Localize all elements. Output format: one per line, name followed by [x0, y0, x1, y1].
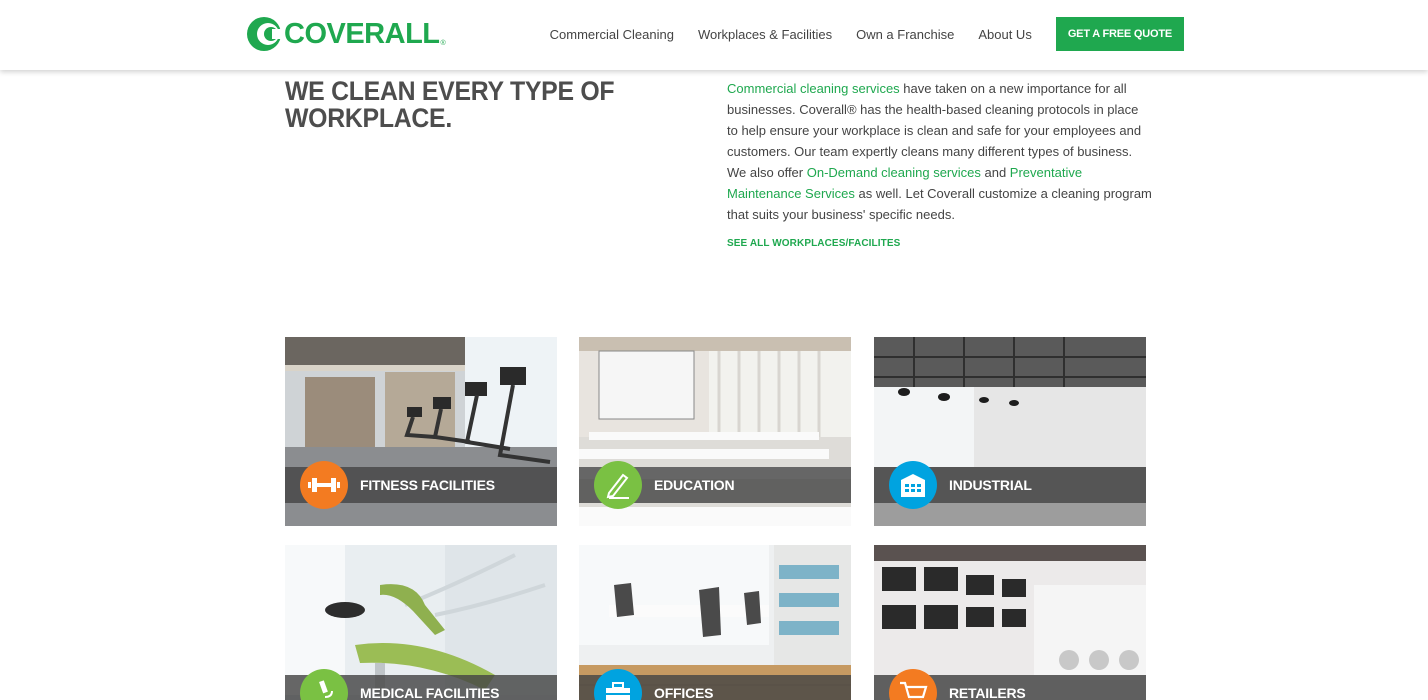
tile-fitness-facilities[interactable]: FITNESS FACILITIES: [285, 337, 557, 526]
page-headline: WE CLEAN EVERY TYPE OF WORKPLACE.: [285, 78, 616, 132]
headline-line-1: WE CLEAN EVERY TYPE OF: [285, 76, 615, 106]
tile-offices[interactable]: OFFICES: [579, 545, 851, 700]
nav-own-a-franchise[interactable]: Own a Franchise: [856, 27, 954, 42]
commercial-cleaning-link[interactable]: Commercial cleaning services: [727, 81, 900, 96]
coverall-logo-icon: [247, 17, 282, 51]
intro-text-2: and: [980, 165, 1010, 180]
tile-label: OFFICES: [654, 685, 714, 700]
tile-industrial[interactable]: INDUSTRIAL: [874, 337, 1146, 526]
shopping-cart-icon: [900, 681, 928, 700]
see-all-workplaces-link[interactable]: SEE ALL WORKPLACES/FACILITES: [727, 238, 900, 249]
microscope-icon: [319, 680, 333, 698]
warehouse-icon-circle: [889, 461, 937, 509]
tile-label: MEDICAL FACILITIES: [360, 685, 500, 700]
main-nav: Commercial Cleaning Workplaces & Facilit…: [550, 0, 1184, 68]
nav-commercial-cleaning[interactable]: Commercial Cleaning: [550, 27, 674, 42]
nav-workplaces-facilities[interactable]: Workplaces & Facilities: [698, 27, 832, 42]
warehouse-icon: [901, 474, 925, 497]
site-header: COVERALL ® Commercial Cleaning Workplace…: [0, 0, 1428, 70]
tile-label: EDUCATION: [654, 477, 735, 493]
intro-paragraph: Commercial cleaning services have taken …: [727, 78, 1152, 225]
pencil-paper-icon-circle: [594, 461, 642, 509]
logo-text: COVERALL: [284, 17, 440, 50]
dumbbell-icon: [308, 478, 340, 492]
logo-registered-mark: ®: [440, 40, 446, 47]
tile-label: INDUSTRIAL: [949, 477, 1032, 493]
headline-line-2: WORKPLACE.: [285, 103, 452, 133]
pencil-paper-icon: [606, 473, 629, 499]
briefcase-icon: [606, 682, 630, 700]
tile-education[interactable]: EDUCATION: [579, 337, 851, 526]
nav-about-us[interactable]: About Us: [978, 27, 1031, 42]
tile-retailers[interactable]: RETAILERS: [874, 545, 1146, 700]
tile-label: RETAILERS: [949, 685, 1026, 700]
coverall-logo[interactable]: COVERALL ®: [246, 15, 446, 53]
on-demand-cleaning-link[interactable]: On-Demand cleaning services: [807, 165, 981, 180]
get-free-quote-button[interactable]: GET A FREE QUOTE: [1055, 17, 1184, 51]
tile-medical-facilities[interactable]: MEDICAL FACILITIES: [285, 545, 557, 700]
dumbbell-icon-circle: [300, 461, 348, 509]
tile-label: FITNESS FACILITIES: [360, 477, 495, 493]
